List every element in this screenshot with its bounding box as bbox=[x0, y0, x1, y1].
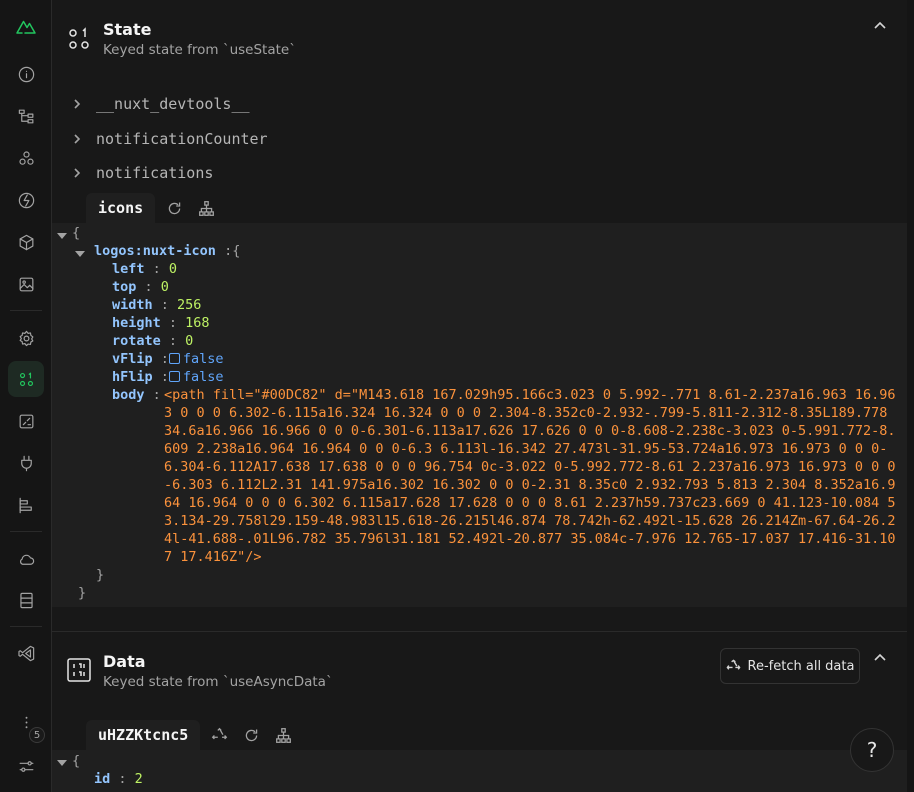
state-key-row[interactable]: notificationCounter bbox=[68, 127, 268, 151]
json-boolean: false bbox=[182, 369, 224, 385]
state-section-header[interactable]: State Keyed state from `useState` bbox=[52, 0, 907, 70]
scrollbar[interactable] bbox=[907, 0, 914, 792]
sidebar-divider bbox=[10, 626, 42, 627]
sidebar-divider bbox=[10, 310, 42, 311]
vflip-checkbox[interactable] bbox=[168, 353, 180, 364]
json-key: left bbox=[112, 261, 145, 277]
info-icon[interactable] bbox=[8, 56, 44, 92]
main-panel: State Keyed state from `useState` __nuxt… bbox=[52, 0, 907, 792]
json-number: 256 bbox=[177, 297, 202, 313]
collapse-triangle-icon[interactable] bbox=[57, 233, 67, 239]
refresh-icon[interactable] bbox=[241, 725, 261, 745]
state-json-viewer: { logos:nuxt-icon :{ left : 0 top : 0 wi… bbox=[52, 223, 907, 607]
json-key: width bbox=[112, 297, 153, 313]
assets-cube-icon[interactable] bbox=[8, 224, 44, 260]
tree-view-icon[interactable] bbox=[273, 725, 293, 745]
section-description: Keyed state from `useState` bbox=[103, 42, 296, 58]
json-key: body bbox=[112, 387, 145, 403]
section-title: State bbox=[103, 20, 152, 39]
json-string: <path fill="#00DC82" d="M143.618 167.029… bbox=[164, 387, 896, 565]
json-number: 0 bbox=[168, 261, 178, 277]
json-number: 168 bbox=[185, 315, 210, 331]
state-icon[interactable] bbox=[8, 361, 44, 397]
data-json-viewer: { id : 2 bbox=[52, 750, 907, 792]
json-brace: { bbox=[72, 225, 81, 241]
hflip-checkbox[interactable] bbox=[168, 371, 180, 382]
timeline-icon[interactable] bbox=[8, 487, 44, 523]
sidebar-divider bbox=[10, 531, 42, 532]
state-key-label: __nuxt_devtools__ bbox=[96, 95, 250, 113]
state-key-label: notificationCounter bbox=[96, 130, 268, 148]
modules-icon[interactable] bbox=[8, 140, 44, 176]
collapse-chevron-icon[interactable] bbox=[872, 650, 892, 670]
json-key: vFlip bbox=[112, 351, 153, 367]
section-title: Data bbox=[103, 652, 146, 671]
data-key-tab[interactable]: uHZZKtcnc5 bbox=[86, 720, 201, 750]
state-key-label: notifications bbox=[96, 164, 214, 182]
state-key-tab[interactable]: icons bbox=[86, 193, 156, 223]
json-key: height bbox=[112, 315, 161, 331]
help-button[interactable]: ? bbox=[850, 728, 894, 772]
nuxt-logo-icon[interactable] bbox=[8, 8, 44, 44]
json-brace: } bbox=[96, 567, 105, 583]
state-icon bbox=[66, 26, 92, 52]
json-key: rotate bbox=[112, 333, 161, 349]
json-boolean: false bbox=[182, 351, 224, 367]
state-key-row[interactable]: notifications bbox=[68, 161, 213, 185]
json-number: 0 bbox=[185, 333, 194, 349]
tree-view-icon[interactable] bbox=[196, 198, 216, 218]
chevron-right-icon bbox=[68, 164, 86, 182]
collapse-triangle-icon[interactable] bbox=[57, 760, 67, 766]
sidebar: 5 bbox=[0, 0, 52, 792]
json-key: logos:nuxt-icon bbox=[94, 243, 216, 259]
chevron-right-icon bbox=[68, 130, 86, 148]
chevron-right-icon bbox=[68, 95, 86, 113]
json-brace: } bbox=[78, 585, 87, 601]
state-key-row[interactable]: __nuxt_devtools__ bbox=[68, 92, 250, 116]
recycle-icon bbox=[726, 659, 741, 670]
json-key: hFlip bbox=[112, 369, 153, 385]
json-brace: { bbox=[72, 753, 81, 769]
section-description: Keyed state from `useAsyncData` bbox=[103, 674, 333, 690]
collapse-chevron-icon[interactable] bbox=[872, 18, 892, 38]
json-key: id bbox=[94, 771, 111, 787]
hooks-icon[interactable] bbox=[8, 182, 44, 218]
server-routes-icon[interactable] bbox=[8, 403, 44, 439]
settings-icon[interactable] bbox=[8, 320, 44, 356]
storage-icon[interactable] bbox=[8, 582, 44, 618]
notification-badge: 5 bbox=[29, 727, 45, 743]
json-key: top bbox=[112, 279, 137, 295]
refetch-all-button[interactable]: Re-fetch all data bbox=[720, 648, 860, 684]
json-colon: :{ bbox=[224, 243, 241, 259]
json-number: 2 bbox=[134, 771, 143, 787]
recycle-icon[interactable] bbox=[209, 725, 229, 745]
data-binary-icon bbox=[66, 657, 92, 683]
components-tree-icon[interactable] bbox=[8, 98, 44, 134]
collapse-triangle-icon[interactable] bbox=[75, 251, 85, 257]
vscode-icon[interactable] bbox=[8, 635, 44, 671]
refetch-label: Re-fetch all data bbox=[747, 658, 855, 674]
refresh-icon[interactable] bbox=[164, 198, 184, 218]
json-number: 0 bbox=[160, 279, 169, 295]
image-icon[interactable] bbox=[8, 266, 44, 302]
preferences-icon[interactable] bbox=[8, 748, 44, 784]
plugin-icon[interactable] bbox=[8, 445, 44, 481]
cloud-icon[interactable] bbox=[8, 541, 44, 577]
